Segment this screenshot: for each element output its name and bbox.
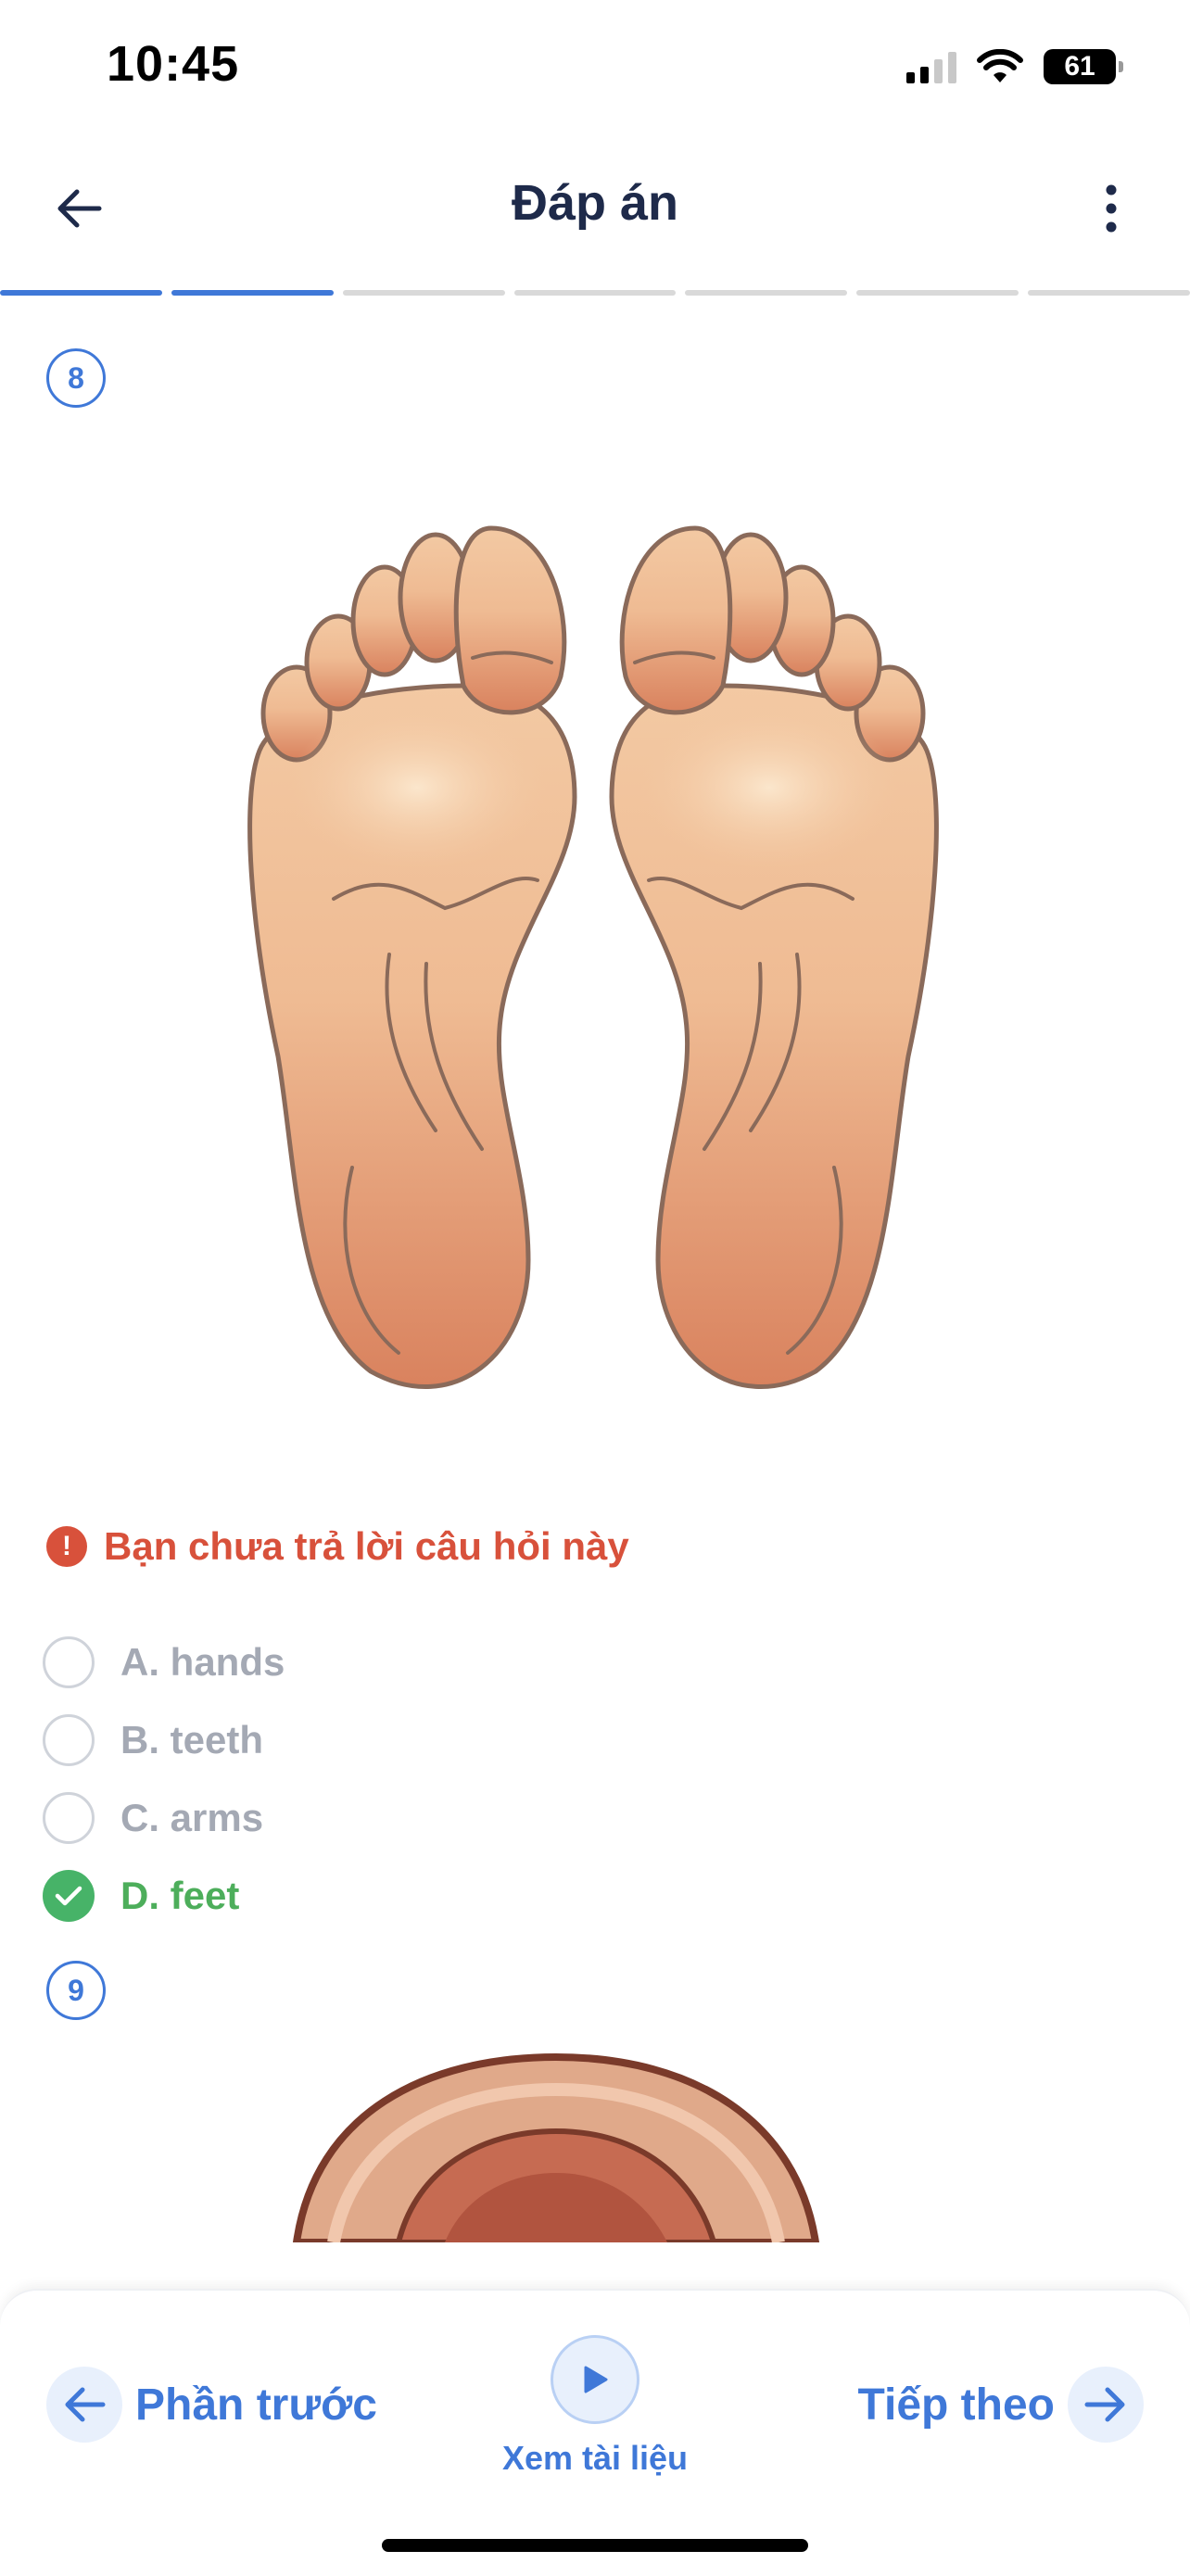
page-title: Đáp án — [511, 175, 679, 231]
bottom-navigation: Phần trước Xem tài liệu Tiếp theo — [0, 2289, 1190, 2576]
option-label: A. hands — [120, 1640, 285, 1684]
section-progress — [0, 290, 1190, 297]
progress-segment — [856, 290, 1019, 296]
status-bar: 10:45 61 — [0, 0, 1190, 130]
status-time: 10:45 — [107, 36, 240, 92]
cellular-signal-icon — [906, 50, 956, 83]
question-number-badge: 9 — [46, 1961, 106, 2020]
radio-button[interactable] — [43, 1792, 95, 1844]
progress-segment — [685, 290, 848, 296]
more-options-button[interactable] — [1070, 171, 1153, 246]
option-label-correct: D. feet — [120, 1874, 240, 1917]
progress-segment — [342, 290, 505, 296]
option-label: B. teeth — [120, 1718, 264, 1762]
more-vertical-icon — [1106, 184, 1117, 233]
progress-segment — [0, 290, 162, 296]
answer-options: A. hands B. teeth C. arms D. feet — [43, 1623, 285, 1935]
next-label: Tiếp theo — [857, 2380, 1055, 2430]
option-label: C. arms — [120, 1796, 264, 1839]
view-material-label: Xem tài liệu — [501, 2439, 689, 2477]
header: Đáp án — [0, 148, 1190, 269]
progress-segment — [171, 290, 334, 296]
unanswered-warning: ! Bạn chưa trả lời câu hỏi này — [46, 1524, 629, 1569]
option-a[interactable]: A. hands — [43, 1623, 285, 1701]
option-b[interactable]: B. teeth — [43, 1701, 285, 1779]
radio-button[interactable] — [43, 1636, 95, 1688]
progress-segment — [1028, 290, 1190, 296]
arrow-right-icon — [1068, 2367, 1144, 2443]
radio-button[interactable] — [43, 1714, 95, 1766]
option-c[interactable]: C. arms — [43, 1779, 285, 1857]
next-button[interactable]: Tiếp theo — [858, 2367, 1144, 2443]
option-d[interactable]: D. feet — [43, 1857, 285, 1935]
check-circle-icon[interactable] — [43, 1870, 95, 1922]
play-icon[interactable] — [551, 2335, 639, 2424]
alert-icon: ! — [46, 1526, 87, 1567]
progress-segment — [513, 290, 677, 296]
warning-text: Bạn chưa trả lời câu hỏi này — [104, 1524, 629, 1568]
ear-illustration — [292, 2052, 820, 2242]
wifi-icon — [977, 49, 1023, 82]
question-number-badge: 8 — [46, 348, 106, 408]
home-indicator — [382, 2539, 808, 2552]
feet-soles-illustration — [247, 525, 939, 1390]
status-icons: 61 — [906, 46, 1123, 87]
battery-icon: 61 — [1044, 49, 1123, 84]
